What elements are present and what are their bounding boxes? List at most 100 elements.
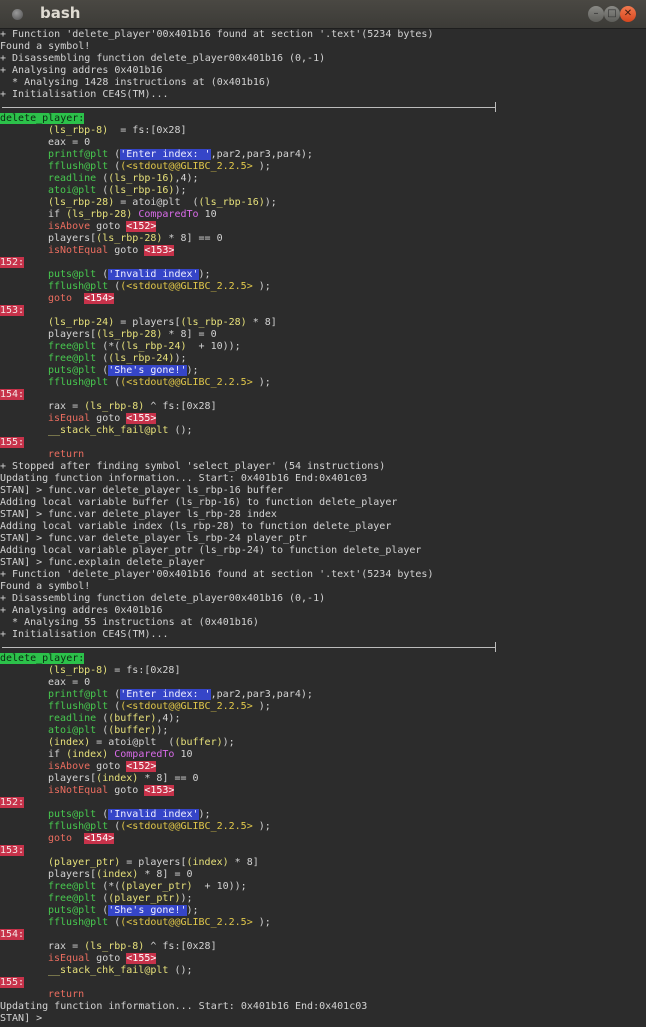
title-bar[interactable]: bash – □ ✕ [0,0,646,29]
block-label-line: 154: [0,389,646,401]
code-line: atoi@plt ((buffer)); [0,725,646,737]
code-token: = atoi@plt ( [90,737,175,748]
close-icon[interactable]: ✕ [620,6,636,22]
code-token: ( [96,713,109,724]
code-token: ComparedTo [138,209,199,220]
code-token: (index) [66,749,109,760]
code-line: (ls_rbp-8) = fs:[0x28] [0,125,646,137]
code-token: rax = [48,941,85,952]
code-line: puts@plt ('She's gone!'); [0,365,646,377]
code-token: __stack_chk_fail@plt [48,965,169,976]
code-token: (ls_rbp-8) [84,941,145,952]
block-label: 152: [0,257,25,268]
function-label-line: delete_player: [0,113,646,125]
code-token: ^ fs:[0x28] [144,401,217,412]
code-token: (index) [96,773,139,784]
code-token: (player_ptr) [48,857,121,868]
block-separator [0,641,646,653]
output-text: Found a symbol! [0,41,91,52]
code-token: 'She's gone!' [108,365,187,376]
output-line: STAN] > func.var delete_player ls_rbp-24… [0,533,646,545]
code-token: = players[ [114,317,181,328]
code-token: ( [96,365,109,376]
code-token: ( [96,185,109,196]
code-token: (ls_rbp-28) [180,317,247,328]
output-line: + Initialisation CE4S(TM)... [0,629,646,641]
code-token: ( [96,905,109,916]
code-token: (*( [96,341,121,352]
output-line: + Disassembling function delete_player00… [0,53,646,65]
code-token: __stack_chk_fail@plt [48,425,169,436]
code-token: ( [108,689,121,700]
code-token: 10 [174,749,193,760]
code-token: goto [48,833,73,844]
code-line: atoi@plt ((ls_rbp-16)); [0,185,646,197]
code-token: printf@plt [48,689,109,700]
output-line: + Function 'delete_player'00x401b16 foun… [0,29,646,41]
output-text: + Function 'delete_player'00x401b16 foun… [0,569,434,580]
terminal-output[interactable]: + Function 'delete_player'00x401b16 foun… [0,29,646,1027]
code-token: eax = 0 [48,677,91,688]
code-token: * 8] = 0 [138,869,193,880]
code-token: (<stdout@@GLIBC_2.2.5> [120,281,253,292]
code-token: <155> [126,413,157,424]
code-token: ,par2,par3,par4); [210,149,313,160]
code-token: (buffer) [108,725,157,736]
code-line: return [0,989,646,1001]
code-token: printf@plt [48,149,109,160]
shell-prompt[interactable]: STAN] > [0,1013,646,1025]
minimize-icon[interactable]: – [588,6,604,22]
output-line: Found a symbol! [0,41,646,53]
code-line: puts@plt ('Invalid index'); [0,269,646,281]
code-token: fflush@plt [48,281,109,292]
code-token: ); [252,161,271,172]
code-token: ( [96,809,109,820]
function-label: delete_player: [0,653,85,664]
code-token: ComparedTo [114,749,175,760]
code-token: (ls_rbp-24) [108,353,175,364]
code-line: return [0,449,646,461]
code-token: * 8] = 0 [162,329,217,340]
code-token: players[ [48,233,97,244]
code-line: free@plt ((ls_rbp-24)); [0,353,646,365]
block-label-line: 152: [0,797,646,809]
output-line: * Analysing 1428 instructions at (0x401b… [0,77,646,89]
code-token: ( [108,281,121,292]
code-token: <153> [144,785,175,796]
block-label-line: 154: [0,929,646,941]
code-token: (ls_rbp-8) [48,125,109,136]
code-token: isEqual [48,953,91,964]
code-token: (<stdout@@GLIBC_2.2.5> [120,917,253,928]
code-token: * 8] [228,857,259,868]
code-line: goto <154> [0,833,646,845]
code-token: = fs:[0x28] [108,125,187,136]
output-text: STAN] > func.var delete_player ls_rbp-24… [0,533,308,544]
code-token: return [48,449,85,460]
code-line: isAbove goto <152> [0,221,646,233]
code-token: ); [252,701,271,712]
code-token: goto [90,761,127,772]
code-token: <154> [84,833,115,844]
code-line: printf@plt ('Enter index: ',par2,par3,pa… [0,149,646,161]
code-token: ,4); [156,713,181,724]
code-token: fflush@plt [48,377,109,388]
code-line: rax = (ls_rbp-8) ^ fs:[0x28] [0,401,646,413]
code-token: return [48,989,85,1000]
code-token: goto [48,293,73,304]
code-token: (ls_rbp-16) [108,185,175,196]
code-line: fflush@plt ((<stdout@@GLIBC_2.2.5> ); [0,701,646,713]
code-line: printf@plt ('Enter index: ',par2,par3,pa… [0,689,646,701]
output-text: + Initialisation CE4S(TM)... [0,629,169,640]
code-token: isAbove [48,221,91,232]
maximize-icon[interactable]: □ [604,6,620,22]
code-line: if (index) ComparedTo 10 [0,749,646,761]
output-text: STAN] > func.explain delete_player [0,557,205,568]
code-token: if [48,749,67,760]
output-text: Adding local variable buffer (ls_rbp-16)… [0,497,398,508]
code-line: __stack_chk_fail@plt (); [0,425,646,437]
code-line: players[(index) * 8] == 0 [0,773,646,785]
block-label-line: 152: [0,257,646,269]
code-line: fflush@plt ((<stdout@@GLIBC_2.2.5> ); [0,821,646,833]
block-label-line: 155: [0,977,646,989]
code-token: * 8] == 0 [138,773,199,784]
